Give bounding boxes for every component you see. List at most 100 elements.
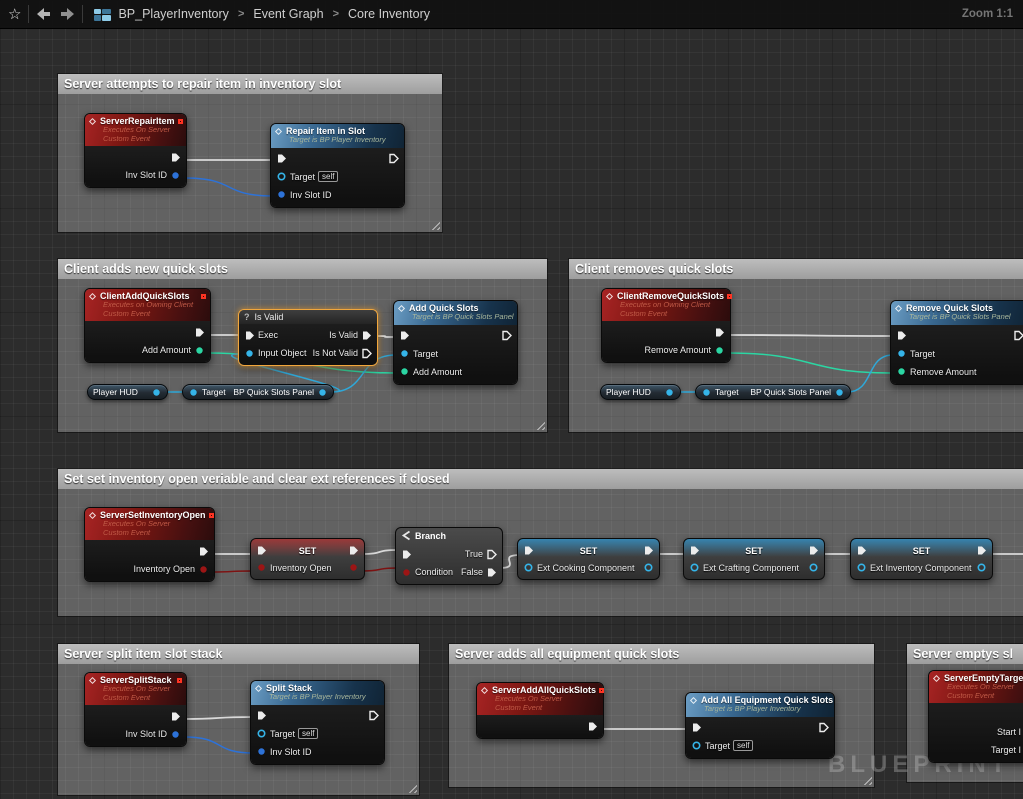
pin-default-value[interactable]: self xyxy=(733,740,753,751)
set-node[interactable]: SETExt Inventory Component xyxy=(850,538,993,580)
data-pin[interactable] xyxy=(399,348,410,359)
data-pin[interactable] xyxy=(194,345,205,356)
data-pin[interactable] xyxy=(151,387,162,398)
pin-default-value[interactable]: self xyxy=(298,728,318,739)
exec-pin[interactable] xyxy=(896,330,907,341)
event-node[interactable]: ServerAddAllQuickSlotsExecutes On Server… xyxy=(476,682,604,739)
data-pin[interactable] xyxy=(170,170,181,181)
exec-pin[interactable] xyxy=(348,545,359,556)
exec-pin[interactable] xyxy=(170,711,181,722)
comment-header[interactable]: Client adds new quick slots xyxy=(58,259,547,279)
data-pin[interactable] xyxy=(276,171,287,182)
comment-header[interactable]: Set set inventory open veriable and clea… xyxy=(58,469,1023,489)
exec-pin[interactable] xyxy=(399,330,410,341)
exec-pin[interactable] xyxy=(818,722,829,733)
exec-pin[interactable] xyxy=(691,722,702,733)
data-pin[interactable] xyxy=(256,746,267,757)
data-pin[interactable] xyxy=(399,366,410,377)
exec-pin[interactable] xyxy=(368,710,379,721)
exec-pin[interactable] xyxy=(976,545,987,556)
event-node[interactable]: ServerSplitStackExecutes On ServerCustom… xyxy=(84,672,187,747)
pin-default-value[interactable]: self xyxy=(318,171,338,182)
pin-group-right xyxy=(976,545,987,556)
exec-pin[interactable] xyxy=(689,545,700,556)
function-node[interactable]: Add Quick SlotsTarget is BP Quick Slots … xyxy=(393,300,518,385)
data-pin[interactable] xyxy=(856,562,867,573)
data-pin[interactable] xyxy=(170,729,181,740)
data-pin[interactable] xyxy=(198,564,209,575)
data-pin[interactable] xyxy=(188,387,199,398)
set-node[interactable]: SETExt Cooking Component xyxy=(517,538,660,580)
exec-pin[interactable] xyxy=(276,153,287,164)
event-node[interactable]: ServerRepairItemExecutes On ServerCustom… xyxy=(84,113,187,188)
comment-header[interactable]: Server emptys sl xyxy=(907,644,1023,664)
exec-pin[interactable] xyxy=(388,153,399,164)
exec-pin[interactable] xyxy=(486,549,497,560)
data-pin[interactable] xyxy=(348,562,359,573)
exec-pin[interactable] xyxy=(808,545,819,556)
data-pin[interactable] xyxy=(896,366,907,377)
breadcrumb-item-asset[interactable]: BP_PlayerInventory xyxy=(118,7,228,21)
data-pin[interactable] xyxy=(643,562,654,573)
data-pin[interactable] xyxy=(714,345,725,356)
exec-pin[interactable] xyxy=(256,710,267,721)
branch-node[interactable]: BranchTrueConditionFalse xyxy=(395,527,503,585)
data-pin[interactable] xyxy=(523,562,534,573)
exec-pin[interactable] xyxy=(256,545,267,556)
exec-pin[interactable] xyxy=(501,330,512,341)
breadcrumb-item-graph[interactable]: Event Graph xyxy=(253,7,323,21)
data-pin[interactable] xyxy=(896,348,907,359)
data-pin[interactable] xyxy=(701,387,712,398)
exec-pin[interactable] xyxy=(170,152,181,163)
nav-back-button[interactable] xyxy=(36,7,52,21)
exec-pin[interactable] xyxy=(401,549,412,560)
exec-pin[interactable] xyxy=(1013,330,1023,341)
event-node[interactable]: ServerEmptyTargetInExecutes On ServerCus… xyxy=(928,670,1023,763)
exec-pin[interactable] xyxy=(587,721,598,732)
exec-pin[interactable] xyxy=(714,327,725,338)
function-node[interactable]: Remove Quick SlotsTarget is BP Quick Slo… xyxy=(890,300,1023,385)
comment-header[interactable]: Server attempts to repair item in invent… xyxy=(58,74,442,94)
comment-header[interactable]: Server split item slot stack xyxy=(58,644,419,664)
event-node[interactable]: ServerSetInventoryOpenExecutes On Server… xyxy=(84,507,215,582)
nav-forward-button[interactable] xyxy=(59,7,75,21)
function-node[interactable]: Repair Item in SlotTarget is BP Player I… xyxy=(270,123,405,208)
function-node[interactable]: Split StackTarget is BP Player Inventory… xyxy=(250,680,385,765)
exec-pin[interactable] xyxy=(361,348,372,359)
event-node[interactable]: ClientAddQuickSlotsExecutes on Owning Cl… xyxy=(84,288,211,363)
macro-node[interactable]: ?Is ValidExecIs ValidInput ObjectIs Not … xyxy=(238,309,378,366)
exec-pin[interactable] xyxy=(523,545,534,556)
variable-get-node[interactable]: Player HUD xyxy=(600,384,681,400)
data-pin[interactable] xyxy=(401,567,412,578)
exec-pin[interactable] xyxy=(856,545,867,556)
exec-pin[interactable] xyxy=(486,567,497,578)
exec-pin[interactable] xyxy=(198,546,209,557)
set-node[interactable]: SETInventory Open xyxy=(250,538,365,580)
data-pin[interactable] xyxy=(834,387,845,398)
event-node[interactable]: ClientRemoveQuickSlotsExecutes on Owning… xyxy=(601,288,731,363)
graph-canvas[interactable]: ☆ BP_PlayerInventory > Event Graph > Cor… xyxy=(0,0,1023,799)
variable-get-node[interactable]: Player HUD xyxy=(87,384,168,400)
data-pin[interactable] xyxy=(244,348,255,359)
variable-get-node[interactable]: TargetBP Quick Slots Panel xyxy=(182,384,334,400)
exec-pin[interactable] xyxy=(244,330,255,341)
exec-pin[interactable] xyxy=(643,545,654,556)
data-pin[interactable] xyxy=(664,387,675,398)
set-node[interactable]: SETExt Crafting Component xyxy=(683,538,825,580)
data-pin[interactable] xyxy=(976,562,987,573)
data-pin[interactable] xyxy=(317,387,328,398)
favorite-star-icon[interactable]: ☆ xyxy=(8,7,21,22)
comment-header[interactable]: Server adds all equipment quick slots xyxy=(449,644,874,664)
exec-pin[interactable] xyxy=(361,330,372,341)
data-pin[interactable] xyxy=(256,728,267,739)
data-pin[interactable] xyxy=(691,740,702,751)
exec-pin[interactable] xyxy=(194,327,205,338)
function-node[interactable]: Add All Equipment Quick SlotsTarget is B… xyxy=(685,692,835,759)
data-pin[interactable] xyxy=(256,562,267,573)
data-pin[interactable] xyxy=(689,562,700,573)
comment-header[interactable]: Client removes quick slots xyxy=(569,259,1023,279)
variable-get-node[interactable]: TargetBP Quick Slots Panel xyxy=(695,384,851,400)
data-pin[interactable] xyxy=(808,562,819,573)
data-pin[interactable] xyxy=(276,189,287,200)
breadcrumb-item-subgraph[interactable]: Core Inventory xyxy=(348,7,430,21)
